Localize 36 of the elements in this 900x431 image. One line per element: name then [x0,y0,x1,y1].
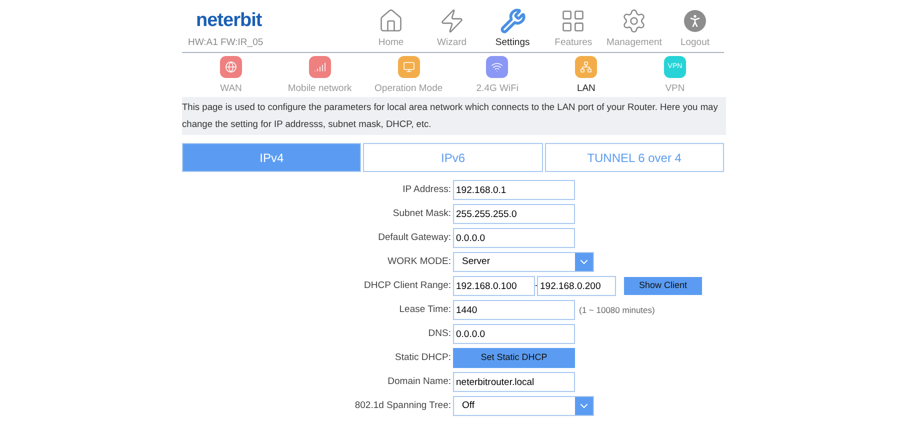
caret-icon [575,253,593,271]
subnav-item[interactable]: LAN [545,56,628,97]
field-label: Domain Name: [386,374,452,389]
description-text: This page is used to configure the parameters for local area network which connects to the LAN port of your Router. Here you may change the setting for IP addresss, subnet mask, DHCP, etc. [182,97,726,135]
home-icon [378,8,404,34]
text-field[interactable]: 192.168.0.200 [537,276,616,296]
select-field[interactable]: Off [453,396,594,416]
lightning-icon [438,8,465,34]
text-field[interactable]: 0.0.0.0 [453,228,575,248]
field-label: IP Address: [402,182,452,197]
text-field[interactable]: 255.255.255.0 [453,204,575,224]
field-label: 802.1d Spanning Tree: [354,398,452,413]
field-label: Lease Time: [398,302,452,317]
field-label: Subnet Mask: [392,206,452,221]
field-label: WORK MODE: [386,254,452,269]
field-label: DHCP Client Range: [363,278,452,293]
range-separator: - [535,279,537,292]
version-text: HW:A1 FW:IR_05 [188,36,264,50]
hint-text: (1 ~ 10080 minutes) [579,304,655,316]
wrench-icon [500,8,526,34]
text-field[interactable]: 0.0.0.0 [453,324,575,344]
field-label: Static DHCP: [394,350,452,365]
caret-icon [575,397,593,415]
field-label: Default Gateway: [377,230,452,245]
settings-icon [621,8,648,34]
logo: neterbit [196,10,263,32]
text-field[interactable]: 1440 [453,300,575,320]
set-static-dhcp-button[interactable]: Set Static DHCP [453,348,575,368]
grid-icon [560,8,586,34]
select-field[interactable]: Server [453,252,594,272]
nav-item[interactable]: Settings [484,6,542,52]
text-field[interactable]: 192.168.0.100 [453,276,535,296]
text-field[interactable]: 192.168.0.1 [453,180,575,200]
text-field[interactable]: neterbitrouter.local [453,372,575,392]
field-label: DNS: [427,326,452,341]
show-client-button[interactable]: Show Client [624,277,702,295]
